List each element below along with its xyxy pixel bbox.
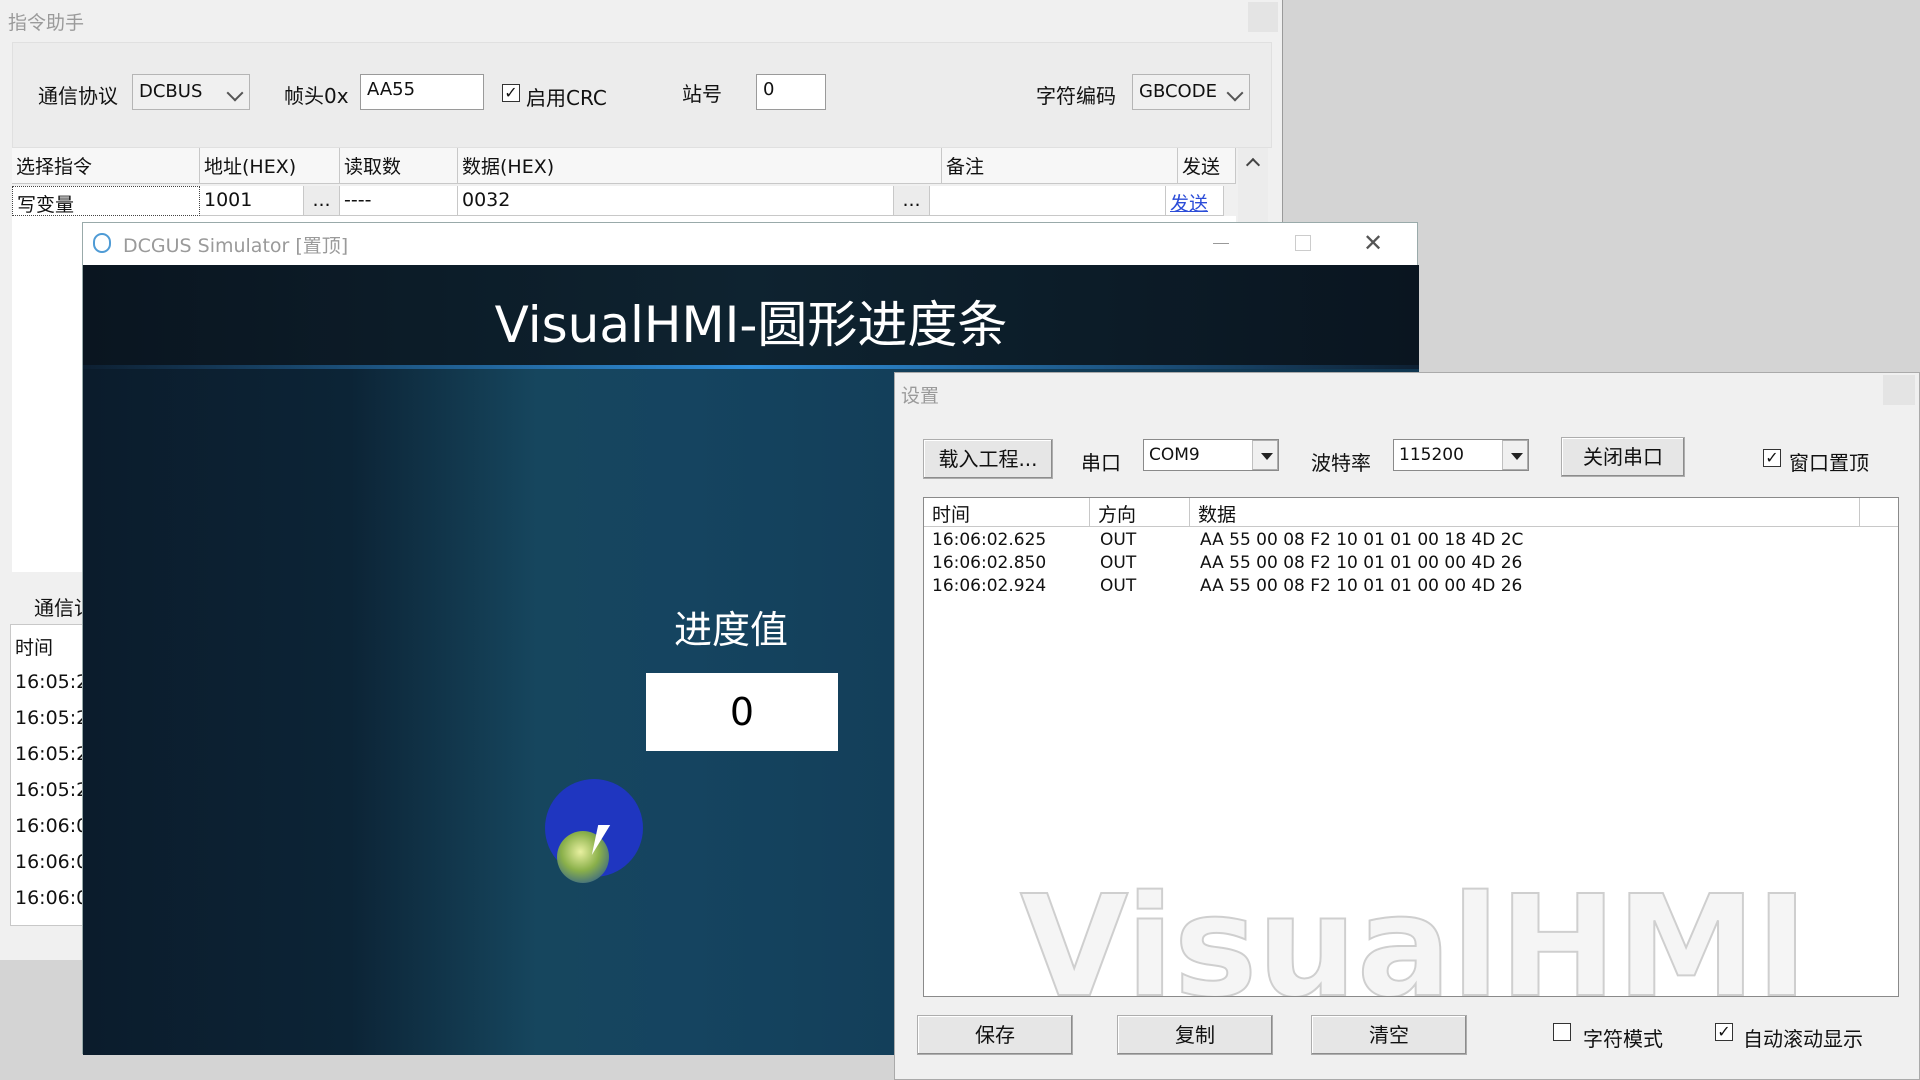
baud-label: 波特率: [1311, 451, 1371, 475]
port-label: 串口: [1081, 451, 1121, 475]
port-select[interactable]: COM9: [1143, 439, 1279, 471]
simulator-titlebar: DCGUS Simulator [置顶] ✕: [83, 223, 1417, 265]
auto-scroll-label: 自动滚动显示: [1743, 1027, 1863, 1051]
encoding-label: 字符编码: [1036, 84, 1116, 108]
assistant-titlebar-button[interactable]: [1248, 2, 1278, 32]
data-picker-button[interactable]: ...: [894, 186, 930, 216]
address-picker-button[interactable]: ...: [304, 186, 340, 216]
column-header[interactable]: 数据(HEX): [458, 148, 942, 183]
dropdown-arrow-icon[interactable]: [1502, 440, 1528, 470]
crc-label: 启用CRC: [526, 86, 607, 110]
list-item: 16:06:0: [15, 887, 89, 909]
comm-log-list: 时间 16:05:2 16:05:2 16:05:2 16:05:2 16:06…: [10, 624, 92, 926]
note-cell[interactable]: [930, 186, 1166, 216]
column-header[interactable]: 选择指令: [12, 148, 200, 183]
save-button[interactable]: 保存: [917, 1015, 1073, 1055]
column-header[interactable]: 发送: [1178, 148, 1236, 183]
baud-value: 115200: [1399, 445, 1464, 465]
log-data: AA 55 00 08 F2 10 01 01 00 18 4D 2C: [1200, 530, 1524, 550]
log-header[interactable]: 时间: [15, 633, 53, 660]
settings-title: 设置: [901, 385, 940, 407]
column-header[interactable]: 备注: [942, 148, 1178, 183]
count-cell[interactable]: ----: [340, 186, 458, 216]
log-direction: OUT: [1100, 530, 1137, 550]
auto-scroll-checkbox[interactable]: ✓: [1715, 1023, 1733, 1041]
column-header[interactable]: 时间: [924, 498, 1090, 526]
log-data: AA 55 00 08 F2 10 01 01 00 00 4D 26: [1200, 576, 1523, 596]
assistant-title: 指令助手: [8, 12, 85, 34]
table-row: 16:06:02.850 OUT AA 55 00 08 F2 10 01 01…: [924, 553, 1898, 577]
encoding-value: GBCODE: [1139, 81, 1217, 102]
list-item: 16:05:2: [15, 707, 89, 729]
copy-button[interactable]: 复制: [1117, 1015, 1273, 1055]
minimize-icon[interactable]: [1213, 243, 1229, 244]
scroll-up-icon[interactable]: [1245, 157, 1261, 173]
hmi-header-line: [83, 365, 1419, 369]
simulator-title: DCGUS Simulator [置顶]: [123, 235, 349, 257]
log-time: 16:06:02.924: [932, 576, 1047, 596]
settings-window: 设置 载入工程... 串口 COM9 波特率 115200 关闭串口 ✓ 窗口置…: [894, 372, 1920, 1080]
close-icon[interactable]: ✕: [1363, 229, 1383, 257]
char-mode-label: 字符模式: [1583, 1027, 1663, 1051]
topmost-label: 窗口置顶: [1789, 451, 1869, 475]
chevron-down-icon: [1226, 84, 1244, 102]
column-header[interactable]: 地址(HEX): [200, 148, 340, 183]
frame-header-label: 帧头0x: [284, 84, 349, 108]
log-direction: OUT: [1100, 576, 1137, 596]
dropdown-arrow-icon[interactable]: [1252, 440, 1278, 470]
list-item: 16:06:0: [15, 851, 89, 873]
close-port-button[interactable]: 关闭串口: [1561, 437, 1685, 477]
address-cell[interactable]: 1001: [200, 186, 304, 216]
list-item: 16:06:0: [15, 815, 89, 837]
log-time: 16:06:02.625: [932, 530, 1047, 550]
command-grid-header: 选择指令 地址(HEX) 读取数 数据(HEX) 备注 发送: [12, 148, 1236, 184]
topmost-checkbox[interactable]: ✓: [1763, 449, 1781, 467]
data-cell[interactable]: 0032: [458, 186, 894, 216]
station-label: 站号: [682, 82, 722, 106]
table-row: 16:06:02.924 OUT AA 55 00 08 F2 10 01 01…: [924, 576, 1898, 600]
protocol-select[interactable]: DCBUS: [132, 74, 250, 110]
hmi-heading: VisualHMI-圆形进度条: [494, 296, 1008, 354]
watermark: VisualHMI: [1019, 866, 1809, 997]
list-item: 16:05:2: [15, 743, 89, 765]
clear-button[interactable]: 清空: [1311, 1015, 1467, 1055]
progress-value-box[interactable]: 0: [646, 673, 838, 751]
char-mode-checkbox[interactable]: [1553, 1023, 1571, 1041]
baud-select[interactable]: 115200: [1393, 439, 1529, 471]
protocol-label: 通信协议: [38, 84, 118, 108]
log-time: 16:06:02.850: [932, 553, 1047, 573]
serial-log-list[interactable]: 时间 方向 数据 16:06:02.625 OUT AA 55 00 08 F2…: [923, 497, 1899, 997]
protocol-value: DCBUS: [139, 81, 203, 102]
table-row: 16:06:02.625 OUT AA 55 00 08 F2 10 01 01…: [924, 530, 1898, 554]
load-project-button[interactable]: 载入工程...: [923, 439, 1053, 479]
settings-titlebar-button[interactable]: [1883, 375, 1915, 405]
command-cell[interactable]: 写变量: [12, 186, 200, 216]
list-item: 16:05:2: [15, 671, 89, 693]
log-direction: OUT: [1100, 553, 1137, 573]
encoding-select[interactable]: GBCODE: [1132, 74, 1250, 110]
crc-checkbox[interactable]: ✓: [502, 84, 520, 102]
send-link[interactable]: 发送: [1166, 186, 1224, 216]
progress-label: 进度值: [673, 608, 788, 652]
log-header-row: 时间 方向 数据: [924, 498, 1898, 527]
chevron-down-icon: [226, 84, 244, 102]
column-header[interactable]: 数据: [1190, 498, 1860, 526]
maximize-icon[interactable]: [1295, 235, 1311, 251]
station-input[interactable]: 0: [756, 74, 826, 110]
log-data: AA 55 00 08 F2 10 01 01 00 00 4D 26: [1200, 553, 1523, 573]
port-value: COM9: [1149, 445, 1200, 465]
app-icon: [93, 233, 111, 253]
list-item: 16:05:2: [15, 779, 89, 801]
column-header[interactable]: 读取数: [340, 148, 458, 183]
column-header[interactable]: 方向: [1090, 498, 1190, 526]
frame-header-input[interactable]: AA55: [360, 74, 484, 110]
